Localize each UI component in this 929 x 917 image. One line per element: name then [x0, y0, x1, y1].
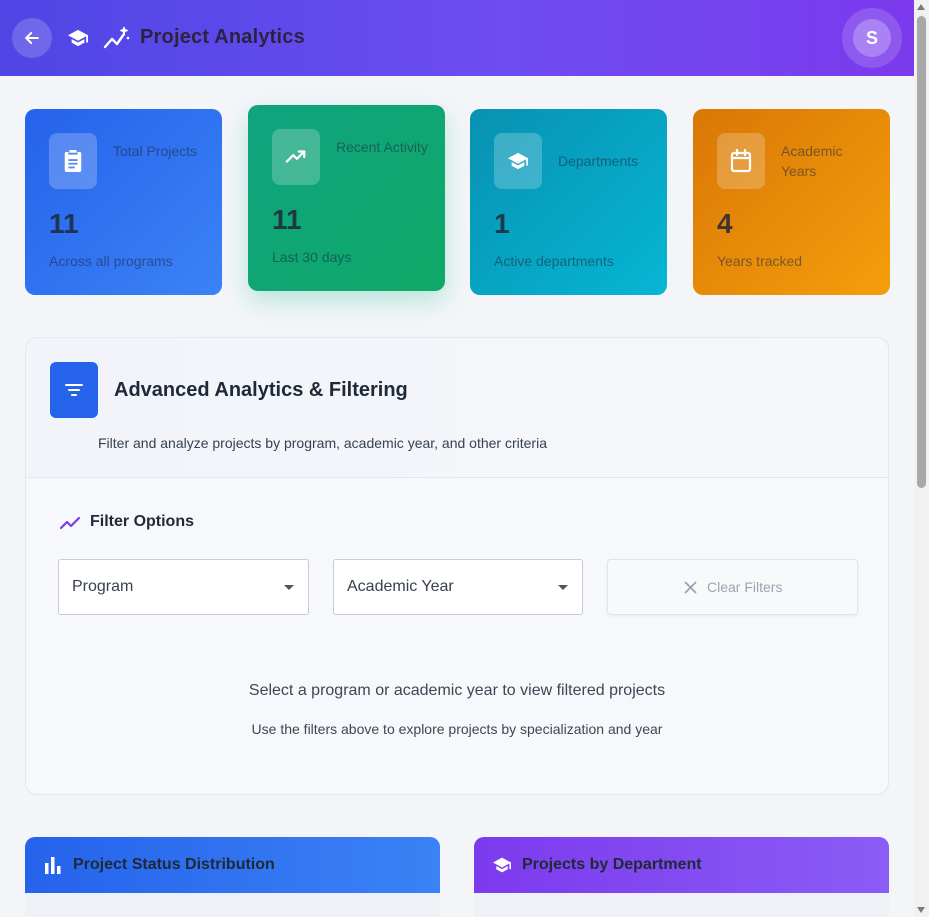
- sparkle-trend-icon: [103, 26, 130, 49]
- graduation-cap-icon: [493, 857, 511, 873]
- scroll-down-arrow-icon[interactable]: [917, 907, 925, 913]
- stat-value: 11: [272, 204, 302, 235]
- stat-icon-box: [717, 133, 765, 189]
- filter-icon-box: [50, 362, 98, 418]
- stat-card-departments: Departments 1 Active departments: [470, 109, 667, 295]
- trending-icon: [60, 516, 80, 530]
- back-button[interactable]: [12, 18, 52, 58]
- card-title: Projects by Department: [522, 856, 702, 873]
- stat-subtext: Active departments: [494, 253, 614, 269]
- stat-label: Total Projects: [113, 143, 198, 159]
- panel-header: Advanced Analytics & Filtering Filter an…: [26, 338, 888, 478]
- program-select-label: Program: [72, 578, 134, 595]
- avatar: S: [853, 19, 891, 57]
- card-title: Project Status Distribution: [73, 856, 275, 873]
- chevron-down-icon: [284, 585, 294, 590]
- academic-year-select-label: Academic Year: [347, 578, 454, 595]
- stat-subtext: Years tracked: [717, 253, 803, 269]
- stat-icon-box: [49, 133, 97, 189]
- clear-filters-button[interactable]: Clear Filters: [607, 559, 858, 615]
- trending-up-icon: [285, 150, 306, 163]
- stat-card-academic-years: Academic Years 4 Years tracked: [693, 109, 890, 295]
- empty-state-title: Select a program or academic year to vie…: [248, 682, 666, 699]
- projects-by-department-card: Projects by Department: [474, 837, 889, 917]
- stat-icon-box: [494, 133, 542, 189]
- page-title: Project Analytics: [140, 26, 305, 48]
- stat-label: Academic Years: [781, 143, 843, 179]
- filter-lines-icon: [65, 384, 83, 396]
- chevron-down-icon: [558, 585, 568, 590]
- scrollbar-thumb[interactable]: [917, 16, 926, 488]
- card-header: Projects by Department: [474, 837, 889, 893]
- stat-value: 11: [49, 208, 79, 239]
- calendar-icon: [730, 149, 752, 173]
- bar-chart-icon: [45, 857, 61, 874]
- stat-subtext: Last 30 days: [272, 249, 352, 265]
- academic-year-select[interactable]: Academic Year: [333, 559, 583, 615]
- close-icon: [684, 581, 697, 594]
- app-header: Project Analytics S: [0, 0, 914, 76]
- card-header: Project Status Distribution: [25, 837, 440, 893]
- panel-description: Filter and analyze projects by program, …: [98, 435, 547, 451]
- empty-state-subtitle: Use the filters above to explore project…: [251, 721, 663, 737]
- stat-value: 4: [717, 208, 733, 239]
- stat-card-total-projects: Total Projects 11 Across all programs: [25, 109, 222, 295]
- clipboard-icon: [64, 150, 82, 172]
- filter-options-title: Filter Options: [90, 513, 194, 530]
- user-avatar-button[interactable]: S: [842, 8, 902, 68]
- stat-label: Departments: [558, 153, 639, 169]
- program-select[interactable]: Program: [58, 559, 309, 615]
- clear-filters-label: Clear Filters: [707, 579, 783, 595]
- graduation-cap-icon: [508, 152, 528, 170]
- stat-card-recent-activity: Recent Activity 11 Last 30 days: [248, 105, 445, 291]
- stat-label: Recent Activity: [336, 139, 428, 155]
- graduation-cap-icon: [68, 29, 88, 47]
- project-status-card: Project Status Distribution: [25, 837, 440, 917]
- stat-value: 1: [494, 208, 510, 239]
- stat-subtext: Across all programs: [49, 253, 173, 269]
- analytics-filter-panel: Advanced Analytics & Filtering Filter an…: [25, 337, 889, 795]
- arrow-left-icon: [25, 32, 39, 44]
- scroll-up-arrow-icon[interactable]: [917, 4, 925, 10]
- panel-title: Advanced Analytics & Filtering: [114, 379, 408, 401]
- vertical-scrollbar[interactable]: [914, 0, 929, 917]
- stat-icon-box: [272, 129, 320, 185]
